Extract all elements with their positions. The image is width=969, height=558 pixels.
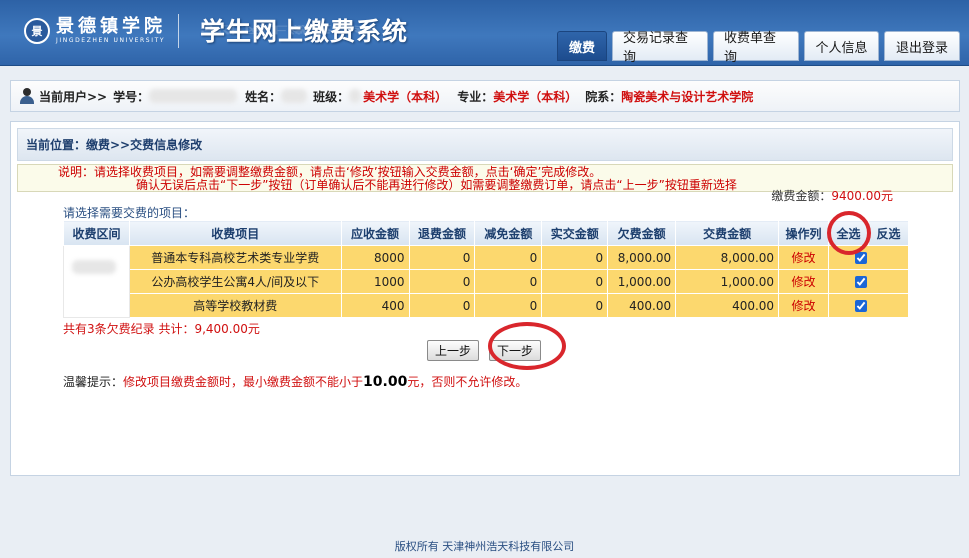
warm-tip: 温馨提示：修改项目缴费金额时，最小缴费金额不能小于10.00元，否则不允许修改。 — [63, 373, 527, 390]
major-label: 专业： — [457, 89, 494, 104]
pay-amount: 1,000.00 — [675, 269, 780, 294]
breadcrumb: 当前位置：缴费>>交费信息修改 — [17, 128, 953, 161]
refund-amount: 0 — [408, 245, 476, 270]
col-header-item: 收费项目 — [128, 220, 342, 246]
main-panel: 当前位置：缴费>>交费信息修改 说明：请选择收费项目，如需要调整缴费金额，请点击… — [10, 121, 960, 476]
nav-logout[interactable]: 退出登录 — [884, 31, 960, 61]
payment-amount-value: 9400.00元 — [831, 189, 893, 203]
col-header-refund: 退费金额 — [408, 220, 476, 246]
class-value: 美术学（本科） — [363, 89, 448, 104]
university-logo: 景 景德镇学院 JINGDEZHEN UNIVERSITY — [24, 14, 179, 48]
tip-prefix: 温馨提示： — [63, 375, 124, 389]
col-header-operation: 操作列 — [778, 220, 829, 246]
item-name: 高等学校教材费 — [128, 293, 342, 318]
tip-text-2: 元，否则不允许修改。 — [407, 375, 528, 389]
logo-chinese-name: 景德镇学院 — [56, 16, 166, 37]
row-checkbox-cell — [827, 245, 910, 270]
arrears-summary: 共有3条欠费纪录 共计：9,400.00元 — [63, 322, 260, 336]
fee-table: 收费区间 收费项目 应收金额 退费金额 减免金额 实交金额 欠费金额 交费金额 … — [63, 220, 910, 318]
class-label: 班级： — [313, 89, 350, 104]
invert-selection-link[interactable]: 反选 — [867, 220, 910, 246]
paid-amount: 0 — [541, 293, 609, 318]
payment-amount: 缴费金额：9400.00元 — [771, 187, 893, 204]
due-amount: 1000 — [340, 269, 410, 294]
student-id-label: 学号： — [113, 89, 150, 104]
refund-amount: 0 — [408, 293, 476, 318]
pay-amount: 400.00 — [675, 293, 780, 318]
modify-link[interactable]: 修改 — [778, 245, 829, 270]
select-items-label: 请选择需要交费的项目： — [63, 206, 196, 220]
table-header-row: 收费区间 收费项目 应收金额 退费金额 减免金额 实交金额 欠费金额 交费金额 … — [63, 220, 910, 246]
nav-bill-query[interactable]: 收费单查询 — [713, 31, 799, 65]
item-name: 普通本专科高校艺术类专业学费 — [128, 245, 342, 270]
header: 景 景德镇学院 JINGDEZHEN UNIVERSITY 学生网上缴费系统 学… — [0, 0, 969, 66]
logo-divider — [178, 14, 179, 48]
nav-personal-info[interactable]: 个人信息 — [804, 31, 879, 61]
col-header-owed: 欠费金额 — [607, 220, 677, 246]
step-buttons: 上一步 下一步 — [427, 340, 551, 361]
user-info-bar: 当前用户>> 学号： 姓名： 班级： 美术学（本科） 专业： 美术学（本科） 院… — [10, 80, 960, 112]
table-row: 高等学校教材费 400 0 0 0 400.00 400.00 修改 — [64, 293, 910, 318]
modify-link[interactable]: 修改 — [778, 269, 829, 294]
col-header-pay-amount: 交费金额 — [675, 220, 780, 246]
nav-pay[interactable]: 缴费 — [557, 31, 607, 61]
paid-amount: 0 — [541, 269, 609, 294]
row-checkbox-cell — [827, 293, 910, 318]
table-row: 公办高校学生公寓4人/间及以下 1000 0 0 0 1,000.00 1,00… — [64, 269, 910, 294]
department-value: 陶瓷美术与设计艺术学院 — [621, 89, 754, 104]
row-checkbox[interactable] — [854, 252, 867, 264]
refund-amount: 0 — [408, 269, 476, 294]
table-row: 普通本专科高校艺术类专业学费 8000 0 0 0 8,000.00 8,000… — [63, 245, 910, 318]
select-all-link[interactable]: 全选 — [827, 220, 869, 246]
main-nav: 缴费 交易记录查询 收费单查询 个人信息 退出登录 — [552, 31, 960, 65]
logo-english-name: JINGDEZHEN UNIVERSITY — [56, 37, 166, 44]
due-amount: 400 — [340, 293, 410, 318]
payment-amount-label: 缴费金额： — [771, 189, 832, 203]
class-prefix-redacted — [349, 89, 362, 103]
modify-link[interactable]: 修改 — [778, 293, 829, 318]
row-checkbox[interactable] — [854, 276, 867, 288]
due-amount: 8000 — [340, 245, 410, 270]
item-name: 公办高校学生公寓4人/间及以下 — [128, 269, 342, 294]
row-checkbox-cell — [827, 269, 910, 294]
col-header-waiver: 减免金额 — [474, 220, 543, 246]
col-header-due: 应收金额 — [340, 220, 410, 246]
copyright-footer: 版权所有 天津神州浩天科技有限公司 — [394, 540, 575, 553]
tip-min-amount: 10.00 — [363, 374, 408, 390]
col-header-paid: 实交金额 — [541, 220, 609, 246]
current-user-label: 当前用户>> — [39, 89, 108, 104]
system-title-reflection: 学生网上缴费系统 — [200, 23, 377, 35]
period-cell-redacted — [63, 245, 130, 318]
waiver-amount: 0 — [474, 245, 543, 270]
university-seal-icon: 景 — [24, 18, 50, 44]
owed-amount: 8,000.00 — [607, 245, 677, 270]
department-label: 院系： — [585, 89, 622, 104]
waiver-amount: 0 — [474, 269, 543, 294]
row-checkbox[interactable] — [854, 300, 867, 312]
owed-amount: 400.00 — [607, 293, 677, 318]
nav-transaction-query[interactable]: 交易记录查询 — [612, 31, 708, 65]
owed-amount: 1,000.00 — [607, 269, 677, 294]
tip-text-1: 修改项目缴费金额时，最小缴费金额不能小于 — [123, 375, 364, 389]
user-icon — [19, 88, 35, 104]
major-value: 美术学（本科） — [493, 89, 578, 104]
pay-amount: 8,000.00 — [675, 245, 780, 270]
next-step-button[interactable]: 下一步 — [489, 340, 542, 361]
name-value-redacted — [281, 89, 308, 103]
student-id-value-redacted — [149, 89, 238, 103]
waiver-amount: 0 — [474, 293, 543, 318]
name-label: 姓名： — [245, 89, 282, 104]
prev-step-button[interactable]: 上一步 — [427, 340, 480, 361]
col-header-period: 收费区间 — [63, 220, 130, 246]
paid-amount: 0 — [541, 245, 609, 270]
